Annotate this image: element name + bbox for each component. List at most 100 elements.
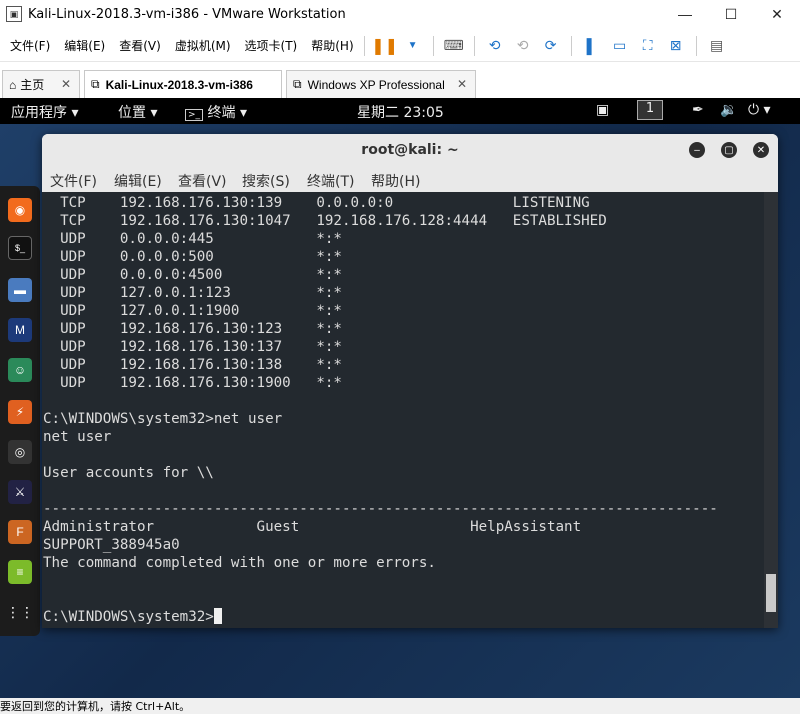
vmware-titlebar: ▣ Kali-Linux-2018.3-vm-i386 - VMware Wor… <box>0 0 800 28</box>
terminal-menu-edit[interactable]: 编辑(E) <box>114 171 162 191</box>
terminal-icon[interactable]: $_ <box>8 236 32 260</box>
chevron-down-icon[interactable]: ▼ <box>402 35 424 57</box>
terminal-menu-help[interactable]: 帮助(H) <box>371 171 420 191</box>
gnome-top-bar: 应用程序 ▾ 位置 ▾ >_ 终端 ▾ 星期二 23:05 ▣ 1 ✒ 🔉 ⏻ … <box>0 98 800 124</box>
terminal-line: UDP 192.168.176.130:1900 *:* <box>60 375 342 391</box>
vm-icon: ⧉ <box>293 77 302 91</box>
scrollbar-thumb[interactable] <box>766 574 776 612</box>
window-title: Kali-Linux-2018.3-vm-i386 - VMware Works… <box>28 6 346 22</box>
burpsuite-icon[interactable]: ⚡ <box>8 400 32 424</box>
show-apps-icon[interactable]: ⋮⋮ <box>6 600 34 624</box>
tab-bar: ⌂ 主页 ✕ ⧉ Kali-Linux-2018.3-vm-i386 ⧉ Win… <box>0 68 800 98</box>
menu-help[interactable]: 帮助(H) <box>311 37 353 54</box>
terminal-window: root@kali: ~ – ▢ ✕ 文件(F) 编辑(E) 查看(V) 搜索(… <box>42 134 778 628</box>
tab-label: 主页 <box>20 78 45 92</box>
terminal-close-button[interactable]: ✕ <box>753 142 769 158</box>
metasploit-icon[interactable]: M <box>8 318 32 342</box>
snapshot-icon[interactable]: ⟲ <box>484 35 506 57</box>
terminal-line: Administrator Guest HelpAssistant <box>43 519 582 535</box>
menu-bar: 文件(F) 编辑(E) 查看(V) 虚拟机(M) 选项卡(T) 帮助(H) ❚❚… <box>0 30 800 62</box>
terminal-line: net user <box>43 429 112 445</box>
beef-icon[interactable]: ⚔ <box>8 480 32 504</box>
menu-view[interactable]: 查看(V) <box>119 37 161 54</box>
fullscreen-icon[interactable]: ⛶ <box>637 35 659 57</box>
terminal-menu-view[interactable]: 查看(V) <box>178 171 227 191</box>
minimize-button[interactable]: — <box>662 0 708 28</box>
workspace-indicator[interactable]: 1 <box>637 100 663 120</box>
send-keys-icon[interactable]: ⌨ <box>443 35 465 57</box>
tab-kali[interactable]: ⧉ Kali-Linux-2018.3-vm-i386 <box>84 70 282 98</box>
close-tab-icon[interactable]: ✕ <box>457 77 467 91</box>
firefox-icon[interactable]: ◉ <box>8 198 32 222</box>
snapshot-manager-icon[interactable]: ⟳ <box>540 35 562 57</box>
places-menu[interactable]: 位置 ▾ <box>118 102 157 122</box>
close-button[interactable]: ✕ <box>754 0 800 28</box>
terminal-menu-search[interactable]: 搜索(S) <box>242 171 290 191</box>
armitage-icon[interactable]: ☺ <box>8 358 32 382</box>
terminal-line: UDP 0.0.0.0:500 *:* <box>60 249 342 265</box>
home-icon: ⌂ <box>9 77 17 92</box>
close-tab-icon[interactable]: ✕ <box>61 77 71 91</box>
status-bar: 要返回到您的计算机，请按 Ctrl+Alt。 <box>0 698 800 714</box>
vmware-app-icon: ▣ <box>6 6 22 22</box>
terminal-line: UDP 192.168.176.130:123 *:* <box>60 321 342 337</box>
power-icon[interactable]: ⏻ ▾ <box>748 102 771 118</box>
terminal-line: TCP 192.168.176.130:139 0.0.0.0:0 LISTEN… <box>60 195 590 211</box>
terminal-line: SUPPORT_388945a0 <box>43 537 180 553</box>
terminal-line: UDP 192.168.176.130:137 *:* <box>60 339 342 355</box>
tab-label: Windows XP Professional <box>307 77 445 92</box>
menu-edit[interactable]: 编辑(E) <box>64 37 105 54</box>
terminal-header: root@kali: ~ – ▢ ✕ 文件(F) 编辑(E) 查看(V) 搜索(… <box>42 134 778 192</box>
unity-icon[interactable]: ⊠ <box>665 35 687 57</box>
terminal-text: TCP 192.168.176.130:139 0.0.0.0:0 LISTEN… <box>43 194 718 626</box>
toolbar-separator <box>363 35 365 56</box>
terminal-line: UDP 0.0.0.0:4500 *:* <box>60 267 342 283</box>
status-text: 要返回到您的计算机，请按 Ctrl+Alt。 <box>0 700 191 713</box>
tab-label: Kali-Linux-2018.3-vm-i386 <box>105 77 253 92</box>
tab-winxp[interactable]: ⧉ Windows XP Professional ✕ <box>286 70 476 98</box>
toolbar-separator <box>695 35 697 56</box>
terminal-maximize-button[interactable]: ▢ <box>721 142 737 158</box>
terminal-title: root@kali: ~ <box>361 142 459 158</box>
clock[interactable]: 星期二 23:05 <box>357 102 444 122</box>
thumbnail-view-icon[interactable]: ▤ <box>706 35 728 57</box>
terminal-minimize-button[interactable]: – <box>689 142 705 158</box>
terminal-line: The command completed with one or more e… <box>43 555 436 571</box>
maltego-icon[interactable]: ◎ <box>8 440 32 464</box>
vm-icon: ⧉ <box>91 77 100 91</box>
volume-icon[interactable]: 🔉 <box>720 102 737 118</box>
terminal-scrollbar[interactable] <box>764 192 778 628</box>
terminal-line: C:\WINDOWS\system32>net user <box>43 411 283 427</box>
accessibility-icon[interactable]: ✒ <box>692 102 704 118</box>
toolbar-separator <box>432 35 434 56</box>
pause-icon[interactable]: ❚❚ <box>371 35 398 57</box>
terminal-prompt: C:\WINDOWS\system32> <box>43 609 214 625</box>
terminal-cursor <box>213 608 222 624</box>
maximize-button[interactable]: ☐ <box>708 0 754 28</box>
toolbar-separator <box>473 35 475 56</box>
revert-snapshot-icon[interactable]: ⟲ <box>512 35 534 57</box>
menu-tabs[interactable]: 选项卡(T) <box>245 37 298 54</box>
camera-icon[interactable]: ▣ <box>596 102 609 118</box>
sidebar-icon[interactable]: ▌ <box>581 35 603 57</box>
terminal-line: UDP 0.0.0.0:445 *:* <box>60 231 342 247</box>
console-view-icon[interactable]: ▭ <box>609 35 631 57</box>
terminal-menu-terminal[interactable]: 终端(T) <box>307 171 354 191</box>
faraday-icon[interactable]: F <box>8 520 32 544</box>
terminal-line: User accounts for \\ <box>43 465 214 481</box>
leafpad-icon[interactable]: ≡ <box>8 560 32 584</box>
applications-menu[interactable]: 应用程序 ▾ <box>11 102 78 122</box>
terminal-menu-file[interactable]: 文件(F) <box>50 171 97 191</box>
terminal-output[interactable]: TCP 192.168.176.130:139 0.0.0.0:0 LISTEN… <box>42 192 778 628</box>
tab-home[interactable]: ⌂ 主页 ✕ <box>2 70 80 98</box>
terminal-menu[interactable]: >_ 终端 ▾ <box>185 102 247 122</box>
toolbar-separator <box>570 35 572 56</box>
menu-vm[interactable]: 虚拟机(M) <box>175 37 231 54</box>
terminal-line: UDP 192.168.176.130:138 *:* <box>60 357 342 373</box>
terminal-line: UDP 127.0.0.1:123 *:* <box>60 285 342 301</box>
dock: ◉ $_ ▬ M ☺ ⚡ ◎ ⚔ F ≡ ⋮⋮ <box>0 186 40 636</box>
terminal-icon: >_ <box>185 109 204 121</box>
files-icon[interactable]: ▬ <box>8 278 32 302</box>
menu-file[interactable]: 文件(F) <box>10 37 50 54</box>
terminal-line: UDP 127.0.0.1:1900 *:* <box>60 303 342 319</box>
